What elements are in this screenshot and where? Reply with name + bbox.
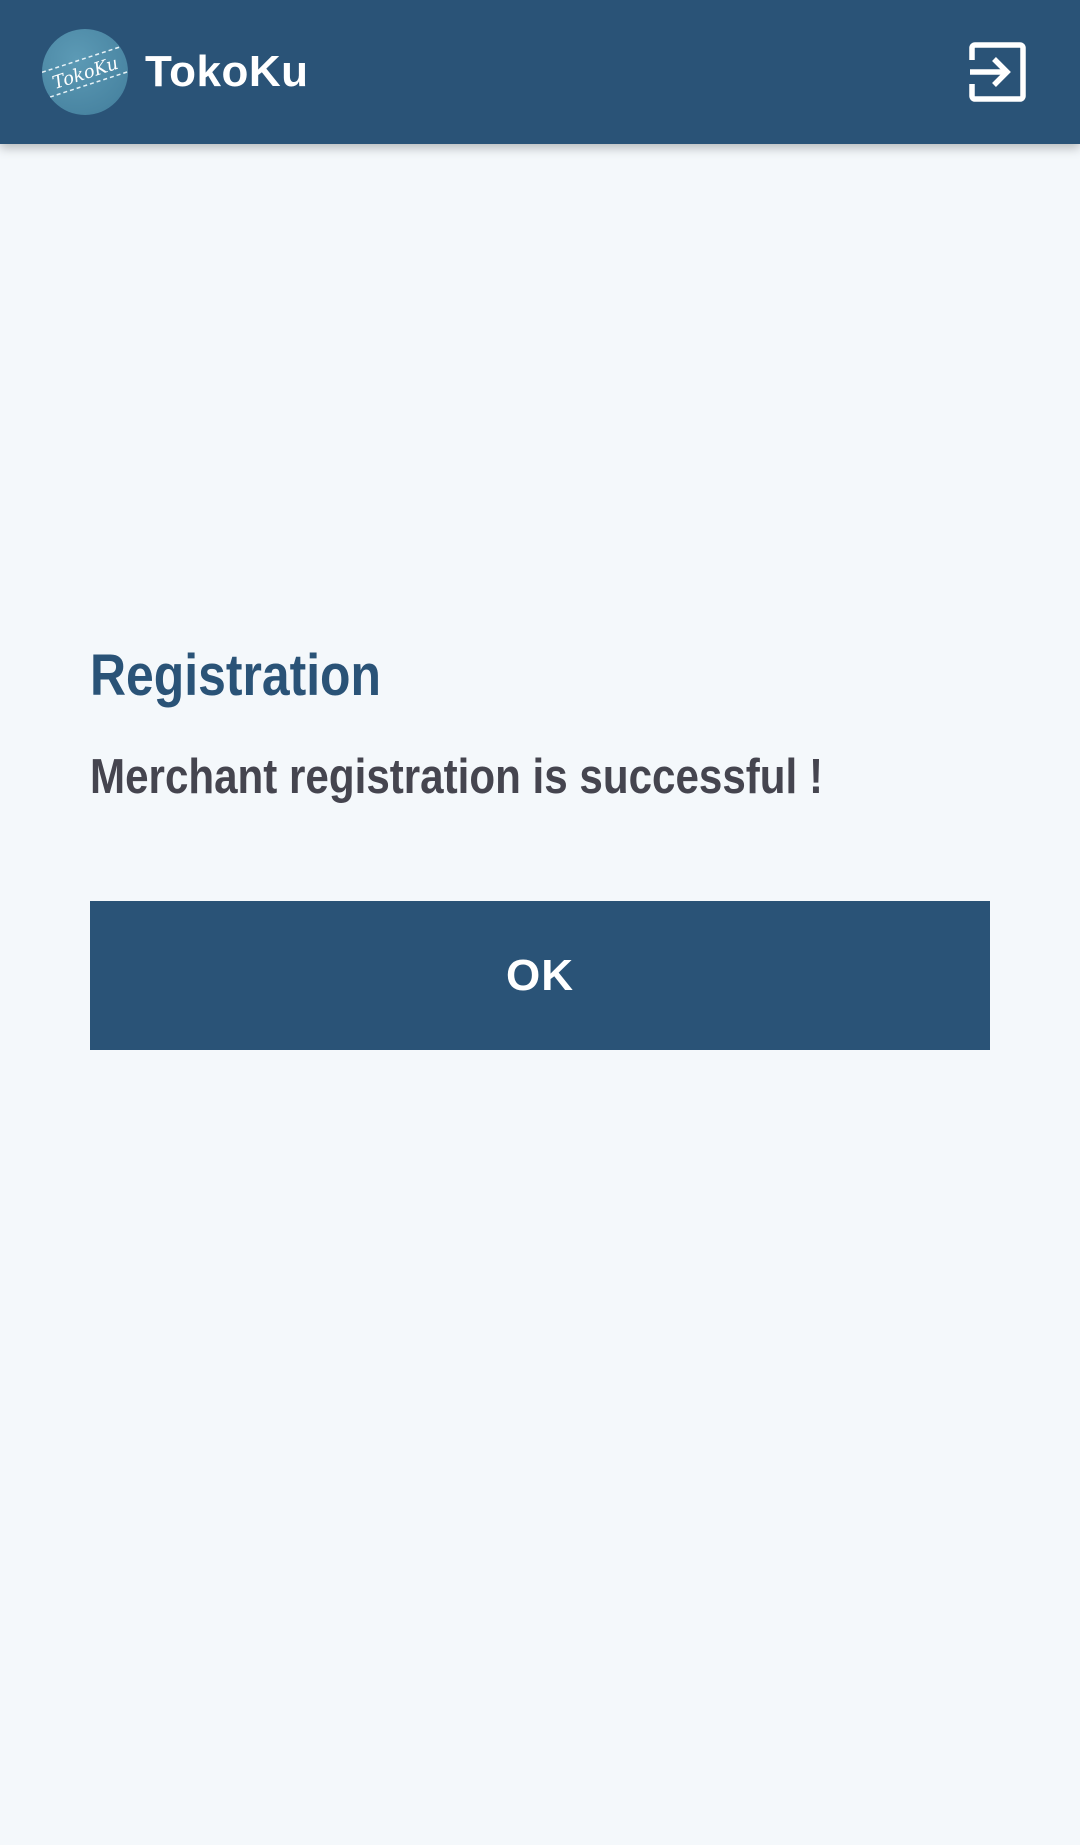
logout-button[interactable]: [968, 42, 1030, 104]
page-heading: Registration: [90, 643, 382, 708]
ok-button[interactable]: OK: [90, 901, 990, 1050]
logo-graphic: TokoKu: [42, 46, 128, 98]
logo-text: TokoKu: [50, 53, 121, 94]
tokoku-logo: TokoKu: [42, 29, 128, 115]
app-title: TokoKu: [145, 47, 309, 96]
logout-icon: [969, 42, 1026, 102]
success-message: Merchant registration is successful !: [90, 750, 823, 804]
app-bar: TokoKu TokoKu: [0, 0, 1080, 144]
